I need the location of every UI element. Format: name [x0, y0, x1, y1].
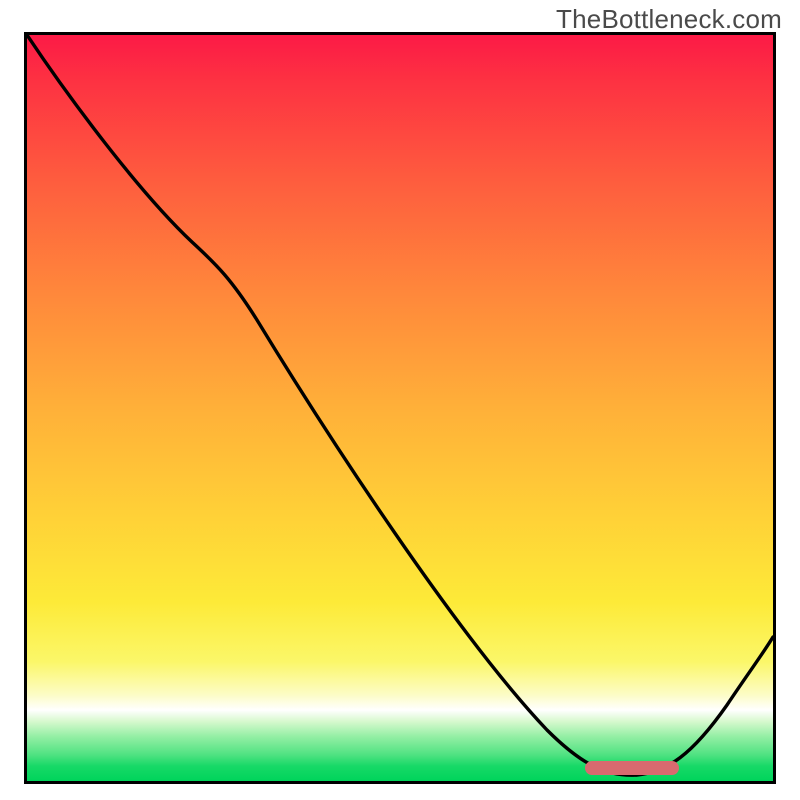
chart-stage: TheBottleneck.com	[0, 0, 800, 800]
watermark-text: TheBottleneck.com	[556, 4, 782, 35]
optimal-range-marker	[585, 761, 679, 775]
bottleneck-curve-path	[27, 35, 773, 775]
bottleneck-curve-svg	[27, 35, 773, 781]
chart-frame	[24, 32, 776, 784]
